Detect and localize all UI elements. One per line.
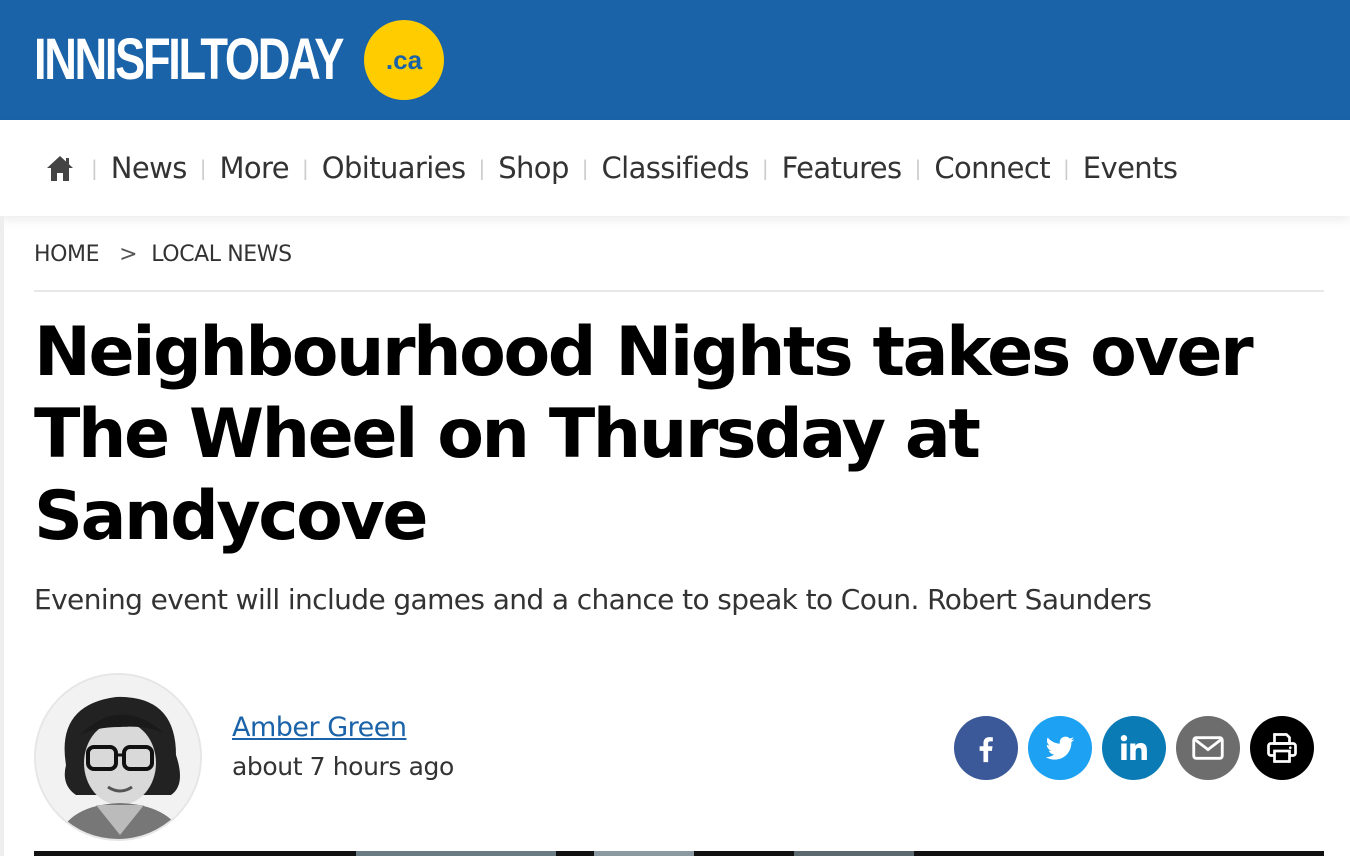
logo-wordmark: INNISFILTODAY bbox=[34, 27, 344, 92]
nav-separator: | bbox=[91, 156, 98, 180]
site-logo[interactable]: INNISFILTODAY .ca bbox=[34, 20, 444, 100]
main-nav: | News | More | Obituaries | Shop | Clas… bbox=[0, 120, 1350, 216]
author-avatar[interactable] bbox=[34, 673, 202, 841]
nav-item-classifieds[interactable]: Classifieds bbox=[602, 151, 750, 185]
site-header: INNISFILTODAY .ca bbox=[0, 0, 1350, 120]
nav-separator: | bbox=[301, 156, 309, 180]
nav-separator: | bbox=[1063, 156, 1070, 180]
page-left-rule bbox=[0, 216, 4, 856]
print-icon bbox=[1267, 733, 1297, 763]
nav-item-features[interactable]: Features bbox=[782, 151, 903, 185]
home-icon[interactable] bbox=[46, 153, 74, 183]
twitter-icon bbox=[1045, 736, 1075, 760]
nav-item-shop[interactable]: Shop bbox=[498, 151, 569, 185]
print-button[interactable] bbox=[1250, 716, 1314, 780]
headline-line: Sandycove bbox=[34, 477, 429, 556]
logo-domain-badge: .ca bbox=[364, 20, 444, 100]
nav-separator: | bbox=[914, 156, 922, 180]
share-buttons bbox=[954, 716, 1314, 780]
publish-time: about 7 hours ago bbox=[232, 752, 454, 781]
email-share-button[interactable] bbox=[1176, 716, 1240, 780]
nav-item-connect[interactable]: Connect bbox=[934, 151, 1050, 185]
linkedin-share-button[interactable] bbox=[1102, 716, 1166, 780]
hero-image-top-edge bbox=[34, 851, 1324, 856]
nav-item-news[interactable]: News bbox=[111, 151, 188, 185]
nav-item-more[interactable]: More bbox=[219, 151, 289, 185]
facebook-share-button[interactable] bbox=[954, 716, 1018, 780]
nav-separator: | bbox=[581, 156, 589, 180]
article-subhead: Evening event will include games and a c… bbox=[34, 583, 1152, 616]
author-link[interactable]: Amber Green bbox=[232, 712, 407, 743]
headline-line: The Wheel on Thursday at bbox=[34, 395, 981, 474]
linkedin-icon bbox=[1120, 734, 1147, 760]
nav-item-events[interactable]: Events bbox=[1083, 151, 1178, 185]
nav-item-obituaries[interactable]: Obituaries bbox=[322, 151, 466, 185]
nav-separator: | bbox=[478, 156, 486, 180]
breadcrumb: HOME > LOCAL NEWS bbox=[34, 236, 292, 272]
breadcrumb-separator: > bbox=[119, 241, 138, 267]
email-icon bbox=[1192, 736, 1224, 760]
breadcrumb-home[interactable]: HOME bbox=[34, 242, 100, 267]
headline-line: Neighbourhood Nights takes over bbox=[34, 313, 1254, 392]
facebook-icon bbox=[979, 737, 993, 763]
breadcrumb-divider bbox=[34, 290, 1324, 292]
twitter-share-button[interactable] bbox=[1028, 716, 1092, 780]
article-headline: Neighbourhood Nights takes over The Whee… bbox=[34, 312, 1324, 558]
nav-separator: | bbox=[761, 156, 769, 180]
nav-separator: | bbox=[199, 156, 207, 180]
breadcrumb-local-news[interactable]: LOCAL NEWS bbox=[151, 242, 292, 267]
